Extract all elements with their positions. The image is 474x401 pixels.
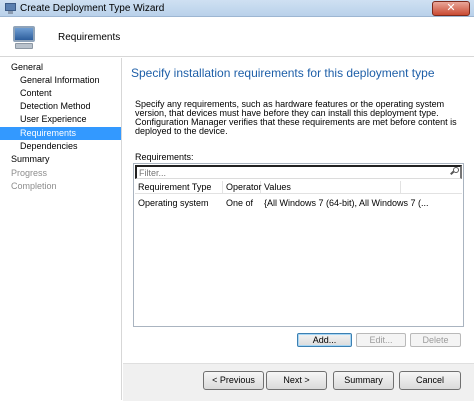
content-title: Specify installation requirements for th… [131, 66, 435, 80]
nav-item-user-experience[interactable]: User Experience [0, 113, 121, 126]
add-button[interactable]: Add... [297, 333, 352, 347]
filter-input[interactable] [135, 165, 462, 179]
nav-item-requirements[interactable]: Requirements [0, 127, 121, 140]
nav-item-summary[interactable]: Summary [0, 153, 121, 166]
nav-item-detection-method[interactable]: Detection Method [0, 100, 121, 113]
nav-item-completion: Completion [11, 181, 57, 191]
cancel-button[interactable]: Cancel [399, 371, 461, 390]
nav-item-progress: Progress [11, 168, 48, 178]
wizard-footer: < Previous Next > Summary Cancel [123, 363, 474, 401]
wizard-nav: General General Information Content Dete… [0, 58, 122, 400]
column-headers: Requirement Type Operator Values [135, 181, 462, 194]
nav-item-content[interactable]: Content [0, 87, 121, 100]
column-header-operator[interactable]: Operator [223, 181, 262, 194]
summary-button[interactable]: Summary [333, 371, 394, 390]
title-bar: Create Deployment Type Wizard ✕ [0, 0, 474, 17]
requirements-list: Requirement Type Operator Values Operati… [133, 163, 464, 327]
delete-button[interactable]: Delete [410, 333, 461, 347]
wizard-header: Requirements [0, 17, 474, 57]
search-icon[interactable] [450, 167, 459, 176]
next-button[interactable]: Next > [266, 371, 327, 390]
previous-button[interactable]: < Previous [203, 371, 264, 390]
nav-item-general-information[interactable]: General Information [0, 74, 121, 87]
description-text: Specify any requirements, such as hardwa… [135, 99, 457, 136]
app-icon [5, 2, 16, 14]
cell-requirement-type: Operating system [138, 198, 209, 208]
table-row[interactable]: Operating system One of {All Windows 7 (… [135, 197, 462, 210]
computer-icon [9, 24, 39, 52]
column-header-values[interactable]: Values [261, 181, 401, 194]
close-button[interactable]: ✕ [432, 1, 470, 16]
edit-button[interactable]: Edit... [356, 333, 406, 347]
column-header-requirement-type[interactable]: Requirement Type [135, 181, 223, 194]
requirements-label: Requirements: [135, 152, 194, 162]
nav-item-general[interactable]: General [0, 61, 121, 74]
nav-item-dependencies[interactable]: Dependencies [0, 140, 121, 153]
cell-values: {All Windows 7 (64-bit), All Windows 7 (… [264, 198, 429, 208]
cell-operator: One of [226, 198, 254, 208]
content-panel: Specify installation requirements for th… [123, 58, 474, 363]
page-title: Requirements [58, 32, 121, 43]
window-title: Create Deployment Type Wizard [20, 2, 165, 14]
